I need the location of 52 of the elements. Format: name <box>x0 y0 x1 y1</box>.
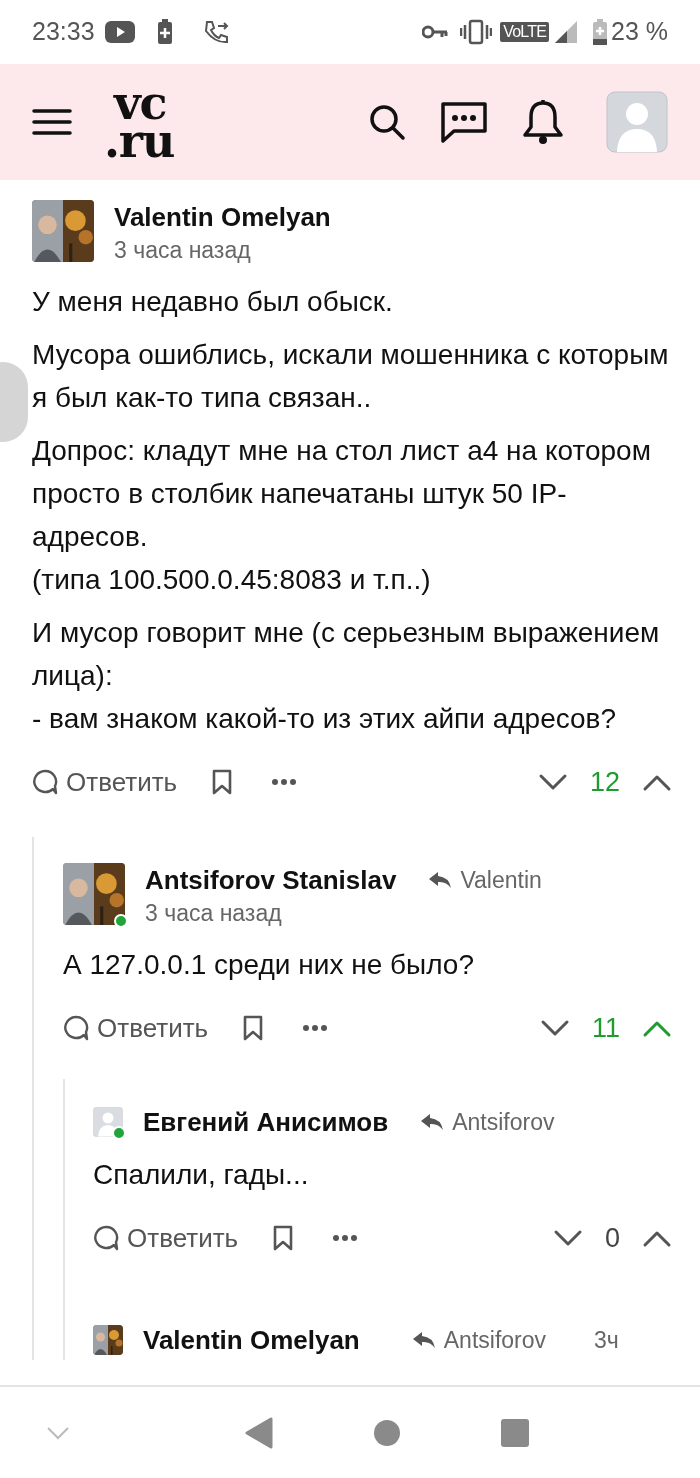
comment-text: У меня недавно был обыск. <box>32 285 394 319</box>
comment-text: Мусора ошиблись, искали мошенника с которым я был как-то типа связан.. <box>32 338 670 415</box>
search-icon[interactable] <box>368 103 406 141</box>
author-name[interactable]: Евгений Анисимов <box>143 1104 389 1139</box>
speech-bubble-icon <box>93 1225 119 1252</box>
menu-icon[interactable] <box>32 108 72 136</box>
battery-percent: 23 % <box>611 16 668 48</box>
signal-icon <box>555 21 579 43</box>
home-icon[interactable] <box>372 1418 401 1447</box>
status-time: 23:33 <box>32 16 95 48</box>
comment-text: Спалили, гады... <box>93 1158 310 1192</box>
vibrate-icon <box>460 19 493 45</box>
bookmark-icon[interactable] <box>272 1225 295 1252</box>
reply-button[interactable]: Ответить <box>93 1218 239 1258</box>
battery-icon <box>593 19 607 45</box>
author-name[interactable]: Antsiforov Stanislav <box>145 862 397 897</box>
recents-icon[interactable] <box>500 1417 530 1448</box>
reply-arrow-icon <box>411 1331 436 1349</box>
more-icon[interactable] <box>332 1234 359 1243</box>
more-icon[interactable] <box>271 778 298 787</box>
bookmark-icon[interactable] <box>242 1015 265 1042</box>
back-icon[interactable] <box>245 1416 274 1449</box>
comment-time: 3 часа назад <box>114 236 252 265</box>
volte-badge: VoLTE <box>500 22 549 42</box>
bookmark-icon[interactable] <box>211 769 234 796</box>
more-icon[interactable] <box>302 1024 329 1033</box>
reply-target[interactable]: Valentin <box>460 862 542 897</box>
reply-target[interactable]: Antsiforov <box>443 1322 546 1358</box>
vote-score: 11 <box>591 1012 620 1045</box>
call-forward-icon <box>202 19 229 45</box>
messages-icon[interactable] <box>440 101 488 143</box>
reply-button[interactable]: Ответить <box>63 1008 209 1048</box>
vote-score: 0 <box>604 1222 620 1255</box>
play-icon <box>104 21 135 43</box>
comment-text: А 127.0.0.1 среди них не было? <box>63 948 475 982</box>
author-name[interactable]: Valentin Omelyan <box>143 1320 360 1360</box>
comment-time: 3ч <box>594 1325 619 1355</box>
notifications-icon[interactable] <box>522 99 564 145</box>
reply-arrow-icon <box>428 870 453 889</box>
reply-arrow-icon <box>420 1112 445 1131</box>
reply-target[interactable]: Antsiforov <box>452 1104 555 1139</box>
speech-bubble-icon <box>32 769 58 796</box>
site-logo[interactable]: vc .ru <box>104 84 175 160</box>
key-icon <box>422 24 449 40</box>
battery-charging-icon <box>156 19 173 45</box>
vote-score: 12 <box>589 766 620 799</box>
reply-button[interactable]: Ответить <box>32 762 178 802</box>
comment-text: Допрос: кладут мне на стол лист а4 на котором просто в столбик напечатаны штук 50 IP-адресов. (типа 100.500.0.45:8083 и т.п..) <box>32 434 652 597</box>
comment-time: 3 часа назад <box>145 899 283 928</box>
author-name[interactable]: Valentin Omelyan <box>114 200 331 234</box>
comment-text: И мусор говорит мне (с серьезным выражением лица): - вам знаком какой-то из этих айпи адресов? <box>32 616 661 736</box>
speech-bubble-icon <box>63 1015 89 1042</box>
